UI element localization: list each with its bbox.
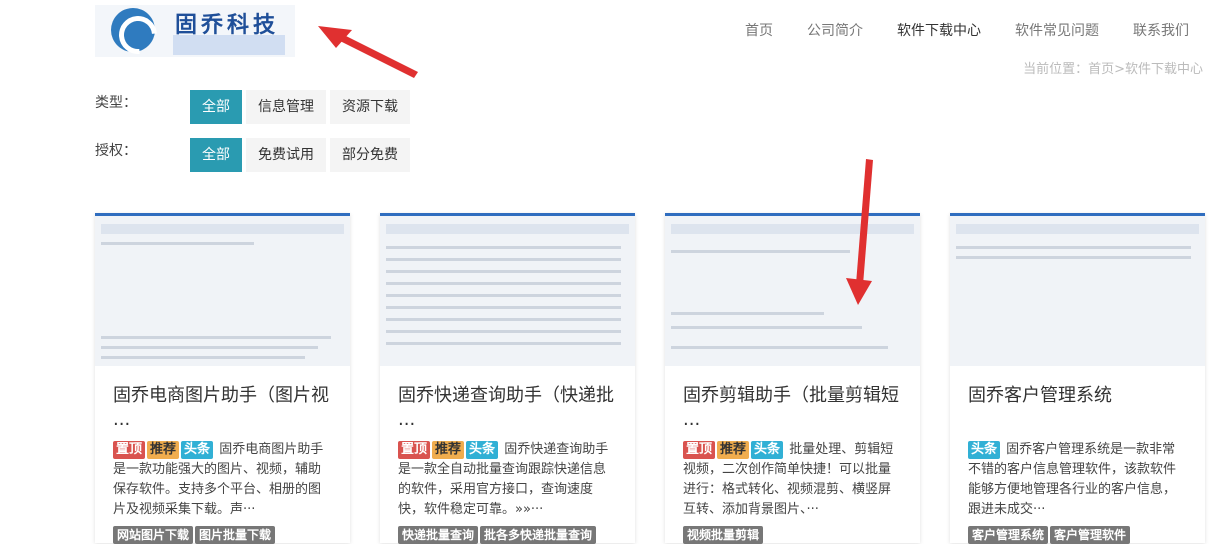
card-tag[interactable]: 批各多快递批量查询 <box>480 526 597 544</box>
filter-type-info[interactable]: 信息管理 <box>246 90 326 124</box>
brand-logo[interactable]: 固乔科技 <box>95 5 295 57</box>
card-tag[interactable]: 客户管理系统 <box>968 526 1049 544</box>
nav-contact[interactable]: 联系我们 <box>1133 20 1189 40</box>
filter-type-all[interactable]: 全部 <box>190 90 242 124</box>
nav-download-center[interactable]: 软件下载中心 <box>897 20 981 40</box>
software-card-list: 固乔电商图片助手（图片视 ... 置顶 推荐 头条 固乔电商图片助手是一款功能强大的… <box>95 213 1205 544</box>
card-screenshot[interactable] <box>380 213 635 366</box>
card-description: 头条 固乔客户管理系统是一款非常不错的客户信息管理软件，该款软件能够方便地管理各… <box>968 440 1187 520</box>
badge-recommend: 推荐 <box>432 441 465 459</box>
badge-top: 置顶 <box>398 441 431 459</box>
nav-home[interactable]: 首页 <box>745 20 773 40</box>
badge-top: 置顶 <box>683 441 716 459</box>
filter-license-all[interactable]: 全部 <box>190 138 242 172</box>
card-screenshot[interactable] <box>665 213 920 366</box>
card-title[interactable]: 固乔客户管理系统 <box>968 384 1187 432</box>
main-nav: 首页 公司简介 软件下载中心 软件常见问题 联系我们 <box>745 20 1189 40</box>
card-title[interactable]: 固乔剪辑助手（批量剪辑短 ... <box>683 384 902 432</box>
filter-type-label: 类型： <box>95 95 137 111</box>
software-card[interactable]: 固乔剪辑助手（批量剪辑短 ... 置顶 推荐 头条 批量处理、剪辑短视频，二次创作简… <box>665 213 920 544</box>
filter-license-partial[interactable]: 部分免费 <box>330 138 410 172</box>
card-description: 置顶 推荐 头条 固乔快递查询助手是一款全自动批量查询跟踪快递信息的软件，采用官方接… <box>398 440 617 520</box>
badge-top: 置顶 <box>113 441 146 459</box>
software-card[interactable]: 固乔客户管理系统 头条 固乔客户管理系统是一款非常不错的客户信息管理软件，该款软… <box>950 213 1205 544</box>
card-title[interactable]: 固乔快递查询助手（快递批 ... <box>398 384 617 432</box>
nav-faq[interactable]: 软件常见问题 <box>1015 20 1099 40</box>
badge-headline: 头条 <box>751 441 784 459</box>
card-tags: 视频批量剪辑 <box>683 524 902 544</box>
filter-type-row: 类型： 全部 信息管理 资源下载 <box>95 90 414 124</box>
badge-headline: 头条 <box>466 441 499 459</box>
card-tag[interactable]: 客户管理软件 <box>1050 526 1131 544</box>
badge-recommend: 推荐 <box>717 441 750 459</box>
card-tags: 客户管理系统 客户管理软件 <box>968 524 1187 544</box>
card-tag[interactable]: 视频批量剪辑 <box>683 526 764 544</box>
badge-headline: 头条 <box>968 441 1001 459</box>
badge-recommend: 推荐 <box>147 441 180 459</box>
badge-headline: 头条 <box>181 441 214 459</box>
card-description: 置顶 推荐 头条 批量处理、剪辑短视频，二次创作简单快捷！可以批量进行：格式转化、视… <box>683 440 902 520</box>
card-description: 置顶 推荐 头条 固乔电商图片助手是一款功能强大的图片、视频，辅助保存软件。支持多个… <box>113 440 332 520</box>
filter-license-trial[interactable]: 免费试用 <box>246 138 326 172</box>
software-card[interactable]: 固乔电商图片助手（图片视 ... 置顶 推荐 头条 固乔电商图片助手是一款功能强大的… <box>95 213 350 544</box>
card-tag[interactable]: 图片批量下载 <box>195 526 276 544</box>
filter-license-label: 授权： <box>95 143 137 159</box>
software-card[interactable]: 固乔快递查询助手（快递批 ... 置顶 推荐 头条 固乔快递查询助手是一款全自动批量… <box>380 213 635 544</box>
nav-about[interactable]: 公司简介 <box>807 20 863 40</box>
filter-type-resource[interactable]: 资源下载 <box>330 90 410 124</box>
card-title[interactable]: 固乔电商图片助手（图片视 ... <box>113 384 332 432</box>
site-header: 固乔科技 首页 公司简介 软件下载中心 软件常见问题 联系我们 <box>0 0 1219 62</box>
card-tag[interactable]: 网站图片下载 <box>113 526 194 544</box>
card-tag[interactable]: 快递批量查询 <box>398 526 479 544</box>
card-screenshot[interactable] <box>950 213 1205 366</box>
logo-mark-icon <box>111 8 155 52</box>
breadcrumb: 当前位置：首页>软件下载中心 <box>1023 62 1203 77</box>
card-screenshot[interactable] <box>95 213 350 366</box>
card-tags: 网站图片下载 图片批量下载 <box>113 524 332 544</box>
card-tags: 快递批量查询 批各多快递批量查询 <box>398 524 617 544</box>
filter-license-row: 授权： 全部 免费试用 部分免费 <box>95 138 414 172</box>
logo-blurred-region <box>173 35 285 55</box>
